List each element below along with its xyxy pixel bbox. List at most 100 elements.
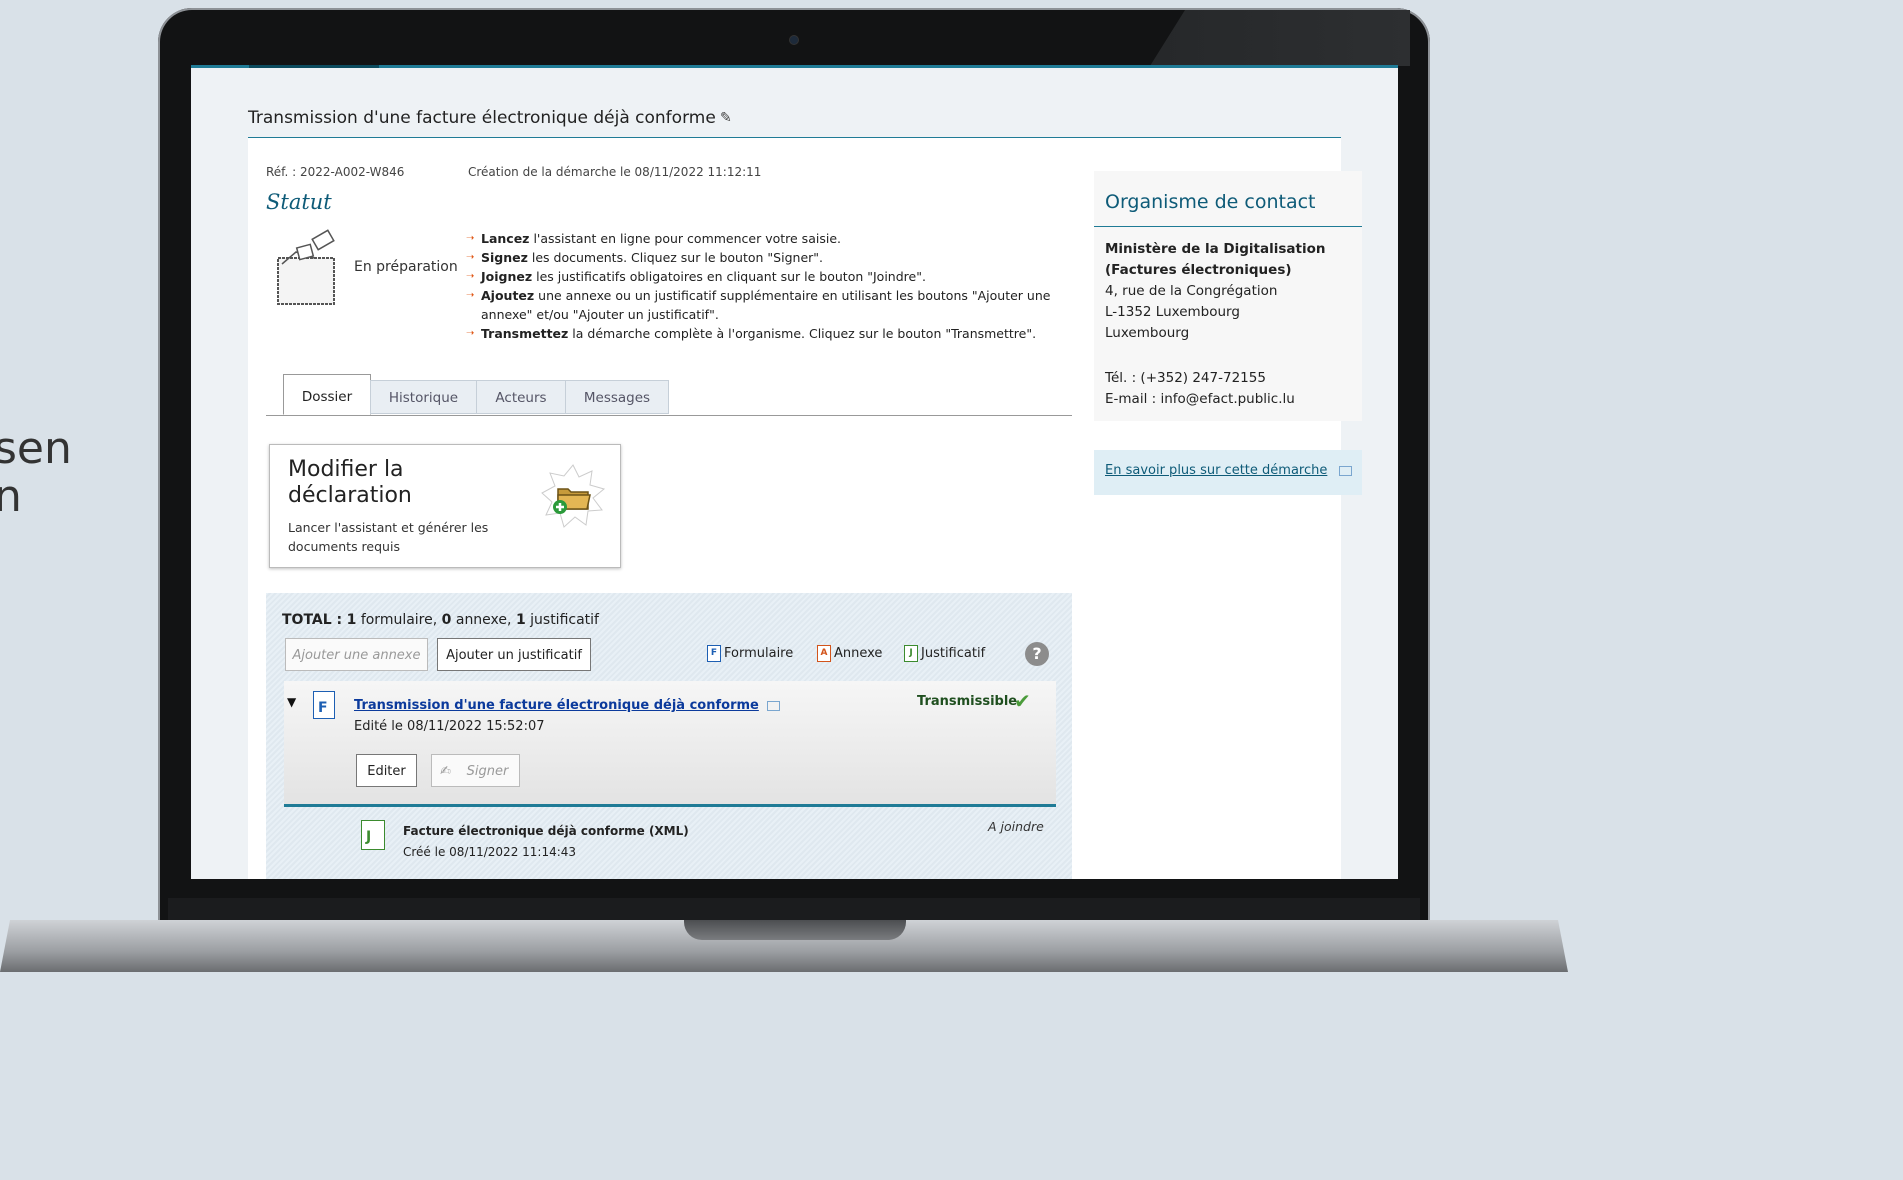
add-folder-icon [541, 464, 606, 528]
card-description: Lancer l'assistant et générer les docume… [288, 520, 489, 554]
modify-declaration-card[interactable]: Modifier la déclaration Lancer l'assista… [269, 444, 621, 568]
contact-divider [1094, 226, 1362, 227]
contact-panel: Organisme de contact Ministère de la Dig… [1094, 171, 1362, 421]
instruction-item: Signez les documents. Cliquez sur le bou… [466, 248, 1066, 267]
instruction-verb: Transmettez [481, 326, 569, 341]
more-info-link[interactable]: En savoir plus sur cette démarche [1105, 463, 1353, 478]
instruction-verb: Signez [481, 250, 528, 265]
tab-acteurs[interactable]: Acteurs [476, 380, 566, 414]
total-annexe-word: annexe, [455, 612, 512, 628]
org-country: Luxembourg [1105, 325, 1190, 341]
add-justificatif-button[interactable]: Ajouter un justificatif [437, 638, 591, 671]
form-document-link[interactable]: Transmission d'une facture électronique … [354, 698, 780, 713]
org-address-street: 4, rue de la Congrégation [1105, 283, 1278, 299]
total-label: TOTAL : [282, 612, 343, 628]
total-justificatif-count: 1 [515, 612, 526, 628]
contact-email: E-mail : info@efact.public.lu [1105, 391, 1295, 407]
instructions-list: Lancez l'assistant en ligne pour commenc… [466, 229, 1066, 343]
justificatif-created-date: Créé le 08/11/2022 11:14:43 [403, 845, 577, 859]
instruction-item: Joignez les justificatifs obligatoires e… [466, 267, 1066, 286]
help-icon[interactable]: ? [1025, 642, 1049, 666]
legend-formulaire: F Formulaire [707, 645, 793, 662]
tab-messages[interactable]: Messages [565, 380, 669, 414]
form-file-icon: F [313, 691, 335, 719]
top-accent-tab [249, 65, 379, 68]
legend-annexe-label: Annexe [834, 646, 883, 661]
open-window-icon[interactable] [766, 700, 780, 711]
folder-icon [277, 229, 335, 305]
instruction-text: les documents. Cliquez sur le bouton "Si… [527, 250, 823, 265]
contact-details: Tél. : (+352) 247-72155 E-mail : info@ef… [1105, 368, 1295, 410]
card-title: Modifier la déclaration [288, 457, 412, 508]
justificatif-state: A joindre [988, 819, 1044, 834]
justificatif-item: J Facture électronique déjà conforme (XM… [284, 807, 1056, 879]
sign-button[interactable]: ✍ Signer [431, 754, 520, 787]
contact-phone: Tél. : (+352) 247-72155 [1105, 370, 1266, 386]
legend-annexe: A Annexe [817, 645, 882, 662]
documents-total: TOTAL : 1 formulaire, 0 annexe, 1 justif… [282, 612, 599, 628]
more-info-box: En savoir plus sur cette démarche [1094, 450, 1362, 495]
creation-date: Création de la démarche le 08/11/2022 11… [468, 165, 762, 179]
tab-bar: Dossier Historique Acteurs Messages [266, 374, 1072, 416]
sign-button-label: Signer [466, 764, 509, 779]
background-text-line: n [0, 471, 22, 522]
contact-organisation: Ministère de la Digitalisation (Factures… [1105, 239, 1325, 344]
org-subname: (Factures électroniques) [1105, 262, 1292, 278]
total-formulaire-word: formulaire, [360, 612, 438, 628]
laptop-screen: Transmission d'une facture électronique … [191, 65, 1398, 879]
total-formulaire-count: 1 [346, 612, 357, 628]
annex-doc-icon: A [817, 645, 831, 662]
form-status: Transmissible [917, 694, 1018, 709]
background-text-line: sen [0, 423, 72, 474]
total-justificatif-word: justificatif [530, 612, 599, 628]
reference-number: Réf. : 2022-A002-W846 [266, 165, 405, 179]
add-annex-button[interactable]: Ajouter une annexe [285, 638, 428, 671]
sign-pen-icon: ✍ [440, 764, 451, 779]
instruction-item: Lancez l'assistant en ligne pour commenc… [466, 229, 1066, 248]
legend-justificatif-label: Justificatif [921, 646, 986, 661]
tab-historique[interactable]: Historique [370, 380, 477, 414]
form-file-letter: F [318, 700, 328, 716]
main-panel: Réf. : 2022-A002-W846 Création de la dém… [248, 138, 1362, 879]
edit-button[interactable]: Editer [356, 754, 417, 787]
org-address-city: L-1352 Luxembourg [1105, 304, 1240, 320]
status-heading: Statut [266, 190, 332, 214]
instruction-verb: Joignez [481, 269, 533, 284]
contact-heading: Organisme de contact [1105, 191, 1316, 213]
instruction-text: l'assistant en ligne pour commencer votr… [529, 231, 841, 246]
page-title-bar: Transmission d'une facture électronique … [248, 105, 1341, 138]
tab-dossier[interactable]: Dossier [283, 374, 371, 415]
form-document-item: ▼ F Transmission d'une facture électroni… [284, 681, 1056, 807]
instruction-verb: Ajoutez [481, 288, 535, 303]
open-window-icon[interactable] [1339, 465, 1353, 476]
legend-justificatif: J Justificatif [904, 645, 985, 662]
checkmark-icon: ✔ [1014, 689, 1031, 713]
org-name: Ministère de la Digitalisation [1105, 241, 1326, 257]
form-doc-icon: F [707, 645, 721, 662]
instruction-item: Transmettez la démarche complète à l'org… [466, 324, 1066, 343]
laptop-bezel-bottom [168, 898, 1420, 920]
collapse-triangle-icon[interactable]: ▼ [287, 695, 296, 709]
justificatif-title: Facture électronique déjà conforme (XML) [403, 824, 689, 838]
more-info-link-text[interactable]: En savoir plus sur cette démarche [1105, 463, 1327, 478]
instruction-text: une annexe ou un justificatif supplément… [481, 288, 1051, 322]
background-partial-text: sen n [0, 425, 72, 521]
total-annexe-count: 0 [441, 612, 452, 628]
page-title: Transmission d'une facture électronique … [248, 108, 716, 128]
instruction-text: les justificatifs obligatoires en cliqua… [532, 269, 926, 284]
laptop-hinge-notch [684, 920, 906, 940]
justif-file-icon: J [361, 820, 385, 850]
procedure-page: Transmission d'une facture électronique … [248, 105, 1362, 879]
pencil-icon[interactable]: ✎ [720, 110, 732, 126]
instruction-verb: Lancez [481, 231, 530, 246]
instruction-text: la démarche complète à l'organisme. Cliq… [568, 326, 1037, 341]
instruction-item: Ajoutez une annexe ou un justificatif su… [466, 286, 1066, 324]
camera [790, 36, 798, 44]
form-edited-date: Edité le 08/11/2022 15:52:07 [354, 719, 545, 734]
justif-doc-icon: J [904, 645, 918, 662]
form-document-link-text[interactable]: Transmission d'une facture électronique … [354, 698, 759, 713]
documents-panel: TOTAL : 1 formulaire, 0 annexe, 1 justif… [266, 593, 1072, 879]
legend-formulaire-label: Formulaire [724, 646, 794, 661]
lid-glare [1150, 10, 1410, 66]
status-state: En préparation [354, 259, 458, 275]
